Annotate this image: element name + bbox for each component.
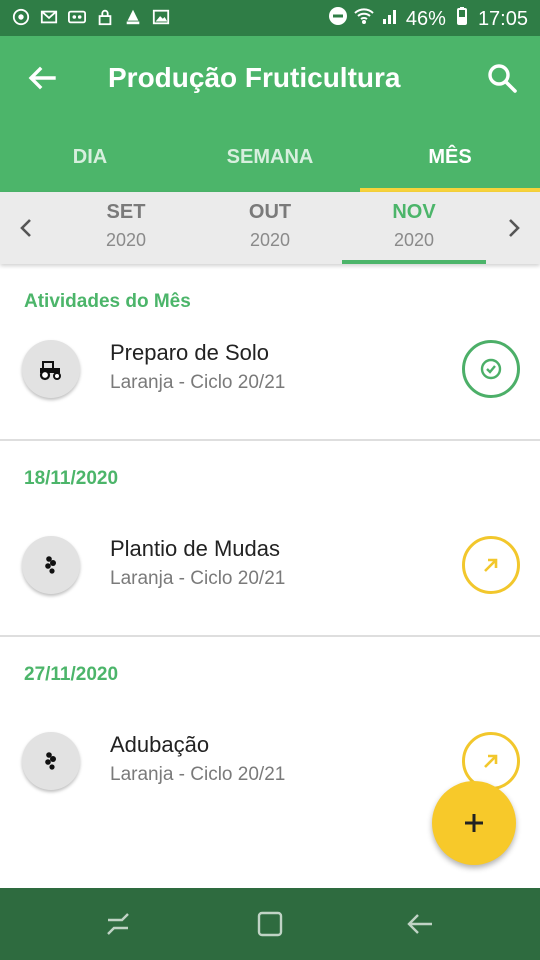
- activity-name: Plantio de Mudas: [110, 536, 280, 561]
- activity-subtitle: Laranja - Ciclo 20/21: [110, 764, 286, 785]
- image-icon: [152, 8, 170, 31]
- chevron-left-icon[interactable]: [14, 214, 38, 242]
- arrow-up-right-icon: [484, 558, 498, 572]
- tab-dia[interactable]: DIA: [0, 122, 180, 192]
- home-icon[interactable]: [254, 908, 286, 940]
- month-selector: SET 2020 OUT 2020 NOV 2020: [0, 192, 540, 264]
- battery-percent: 46%: [405, 7, 446, 30]
- month-out[interactable]: OUT 2020: [200, 192, 340, 264]
- month-year: 2020: [393, 230, 435, 250]
- carrier-icon: [124, 8, 142, 31]
- voicemail-icon: [68, 8, 86, 31]
- app-bar: Produção Fruticultura: [0, 36, 540, 122]
- month-year: 2020: [249, 230, 291, 250]
- back-arrow-icon[interactable]: [26, 62, 58, 94]
- month-name: SET: [106, 201, 146, 223]
- tab-mes[interactable]: MÊS: [360, 122, 540, 192]
- month-set[interactable]: SET 2020: [56, 192, 196, 264]
- system-nav-bar: [0, 888, 540, 960]
- plus-icon: [465, 814, 483, 832]
- page-title: Produção Fruticultura: [108, 62, 401, 93]
- activity-item[interactable]: Preparo de Solo Laranja - Ciclo 20/21: [0, 310, 540, 420]
- section-title: 18/11/2020: [24, 468, 119, 489]
- divider: [0, 635, 540, 637]
- seeds-icon: [22, 732, 80, 790]
- month-name: NOV: [392, 201, 436, 223]
- notification-icons: [12, 8, 170, 31]
- system-icons: 46% 17:05: [328, 6, 528, 32]
- arrow-up-right-icon: [484, 754, 498, 768]
- activity-name: Preparo de Solo: [110, 340, 269, 365]
- chrome-icon: [12, 8, 30, 31]
- check-circle-icon: [480, 358, 502, 380]
- wifi-icon: [354, 6, 374, 32]
- lock-icon: [96, 8, 114, 31]
- divider: [0, 439, 540, 441]
- search-icon[interactable]: [486, 62, 518, 94]
- month-nov[interactable]: NOV 2020: [344, 192, 484, 264]
- chevron-right-icon[interactable]: [502, 214, 526, 242]
- signal-icon: [380, 6, 400, 32]
- add-activity-fab[interactable]: [432, 781, 516, 865]
- status-open-button[interactable]: [462, 536, 520, 594]
- month-year: 2020: [105, 230, 147, 250]
- gmail-icon: [40, 8, 58, 31]
- activity-subtitle: Laranja - Ciclo 20/21: [110, 372, 286, 393]
- clock: 17:05: [477, 7, 528, 30]
- battery-icon: [452, 6, 472, 32]
- activity-subtitle: Laranja - Ciclo 20/21: [110, 568, 286, 589]
- status-done-button[interactable]: [462, 340, 520, 398]
- tab-semana[interactable]: SEMANA: [180, 122, 360, 192]
- month-indicator: [342, 260, 486, 264]
- back-icon[interactable]: [404, 908, 436, 940]
- section-title: 27/11/2020: [24, 664, 119, 685]
- period-tabs: DIA SEMANA MÊS: [0, 122, 540, 192]
- seeds-icon: [22, 536, 80, 594]
- activity-item[interactable]: Plantio de Mudas Laranja - Ciclo 20/21: [0, 506, 540, 616]
- dnd-icon: [328, 6, 348, 32]
- activity-name: Adubação: [110, 732, 210, 757]
- recents-icon[interactable]: [102, 908, 134, 940]
- status-bar: 46% 17:05: [0, 0, 540, 36]
- month-name: OUT: [248, 201, 292, 223]
- tractor-icon: [22, 340, 80, 398]
